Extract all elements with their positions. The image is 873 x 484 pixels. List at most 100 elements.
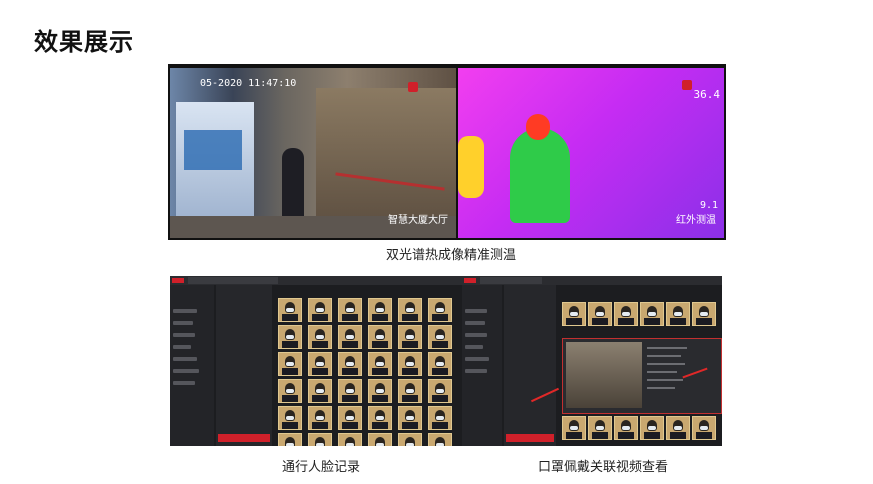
thermal-person-body bbox=[510, 128, 570, 223]
record-detail-line bbox=[647, 387, 675, 389]
face-thumbnail bbox=[428, 379, 452, 403]
thermal-camera-view: 36.4 9.1 红外测温 bbox=[458, 68, 724, 238]
app-titlebar bbox=[170, 276, 462, 285]
face-thumbnail bbox=[398, 298, 422, 322]
thermal-reading: 9.1 bbox=[699, 200, 718, 211]
face-thumbnail bbox=[368, 352, 392, 376]
person-figure bbox=[282, 148, 304, 218]
face-thumbnail bbox=[562, 302, 586, 326]
mask-video-app-screenshot bbox=[462, 276, 722, 446]
face-thumbnail bbox=[666, 302, 690, 326]
sidebar-item bbox=[465, 369, 487, 373]
face-thumbnail bbox=[666, 416, 690, 440]
app-tab bbox=[508, 277, 542, 284]
dual-spectrum-image: 05-2020 11:47:10 智慧大厦大厅 36.4 9.1 红外测温 bbox=[168, 64, 726, 240]
face-thumbnail bbox=[368, 325, 392, 349]
face-thumbnail bbox=[588, 302, 612, 326]
face-thumbnail bbox=[338, 406, 362, 430]
sidebar-item bbox=[173, 309, 197, 313]
face-thumbnail bbox=[308, 379, 332, 403]
face-record-app-screenshot bbox=[170, 276, 462, 446]
app-titlebar bbox=[462, 276, 722, 285]
sidebar-item bbox=[173, 345, 191, 349]
sidebar-item bbox=[465, 357, 489, 361]
face-thumbnail bbox=[308, 406, 332, 430]
record-detail-line bbox=[647, 363, 685, 365]
face-thumbnail bbox=[278, 433, 302, 446]
face-thumbnail bbox=[278, 406, 302, 430]
face-thumbnail bbox=[640, 416, 664, 440]
sidebar-item bbox=[173, 333, 195, 337]
face-thumbnail bbox=[368, 433, 392, 446]
sidebar-item bbox=[465, 333, 487, 337]
sidebar-item bbox=[173, 357, 197, 361]
face-thumbnail bbox=[338, 298, 362, 322]
linked-video-popup bbox=[562, 338, 722, 414]
sidebar-item bbox=[173, 381, 195, 385]
face-thumbnail bbox=[428, 352, 452, 376]
face-thumbnail bbox=[398, 433, 422, 446]
face-thumbnail bbox=[338, 325, 362, 349]
face-thumbnail bbox=[278, 298, 302, 322]
visible-light-camera-view: 05-2020 11:47:10 智慧大厦大厅 bbox=[170, 68, 456, 238]
face-thumbnail bbox=[428, 298, 452, 322]
face-thumbnail bbox=[692, 302, 716, 326]
filter-panel bbox=[504, 285, 556, 446]
face-thumbnail bbox=[368, 298, 392, 322]
face-thumbnail bbox=[338, 352, 362, 376]
thermal-person-side bbox=[458, 136, 484, 198]
sidebar-item bbox=[173, 321, 193, 325]
app-sidebar bbox=[462, 285, 502, 446]
thermal-person-head bbox=[526, 114, 550, 140]
face-thumbnail bbox=[398, 406, 422, 430]
sidebar-item bbox=[173, 369, 199, 373]
face-thumbnail bbox=[398, 325, 422, 349]
record-detail-line bbox=[647, 371, 677, 373]
left-caption: 通行人脸记录 bbox=[282, 460, 361, 475]
page-title: 效果展示 bbox=[34, 28, 134, 56]
record-detail-line bbox=[647, 379, 683, 381]
face-thumbnail bbox=[368, 406, 392, 430]
right-caption: 口罩佩戴关联视频查看 bbox=[538, 460, 669, 475]
face-thumbnail bbox=[692, 416, 716, 440]
face-thumbnail bbox=[428, 325, 452, 349]
camera-timestamp: 05-2020 11:47:10 bbox=[200, 78, 297, 89]
app-logo bbox=[172, 278, 184, 283]
lobby-poster bbox=[184, 130, 242, 170]
face-thumbnail bbox=[614, 302, 638, 326]
record-detail-line bbox=[647, 355, 681, 357]
app-sidebar bbox=[170, 285, 214, 446]
face-thumbnail bbox=[428, 433, 452, 446]
face-thumbnail bbox=[278, 325, 302, 349]
face-thumbnail bbox=[614, 416, 638, 440]
face-thumbnail bbox=[588, 416, 612, 440]
app-logo bbox=[464, 278, 476, 283]
app-tab bbox=[244, 277, 278, 284]
linked-video-frame bbox=[566, 342, 642, 408]
face-thumbnail bbox=[428, 406, 452, 430]
temperature-readout: 36.4 bbox=[693, 88, 721, 101]
app-tab bbox=[216, 277, 244, 284]
face-thumbnail bbox=[640, 302, 664, 326]
sidebar-item bbox=[465, 345, 483, 349]
face-thumbnail bbox=[398, 379, 422, 403]
face-thumbnail bbox=[368, 379, 392, 403]
face-thumbnail bbox=[308, 433, 332, 446]
search-button bbox=[506, 434, 554, 442]
camera-location-label: 智慧大厦大厅 bbox=[388, 215, 448, 226]
search-button bbox=[218, 434, 270, 442]
record-detail-line bbox=[647, 347, 687, 349]
alarm-icon bbox=[408, 82, 418, 92]
face-thumbnail bbox=[398, 352, 422, 376]
face-thumbnail bbox=[338, 433, 362, 446]
top-caption: 双光谱热成像精准测温 bbox=[386, 248, 517, 263]
app-tab bbox=[188, 277, 216, 284]
sidebar-item bbox=[465, 321, 485, 325]
face-thumbnail bbox=[308, 352, 332, 376]
face-thumbnail bbox=[308, 325, 332, 349]
alarm-icon bbox=[682, 80, 692, 90]
face-thumbnail bbox=[278, 352, 302, 376]
face-thumbnail bbox=[278, 379, 302, 403]
filter-panel bbox=[216, 285, 272, 446]
face-thumbnail bbox=[562, 416, 586, 440]
